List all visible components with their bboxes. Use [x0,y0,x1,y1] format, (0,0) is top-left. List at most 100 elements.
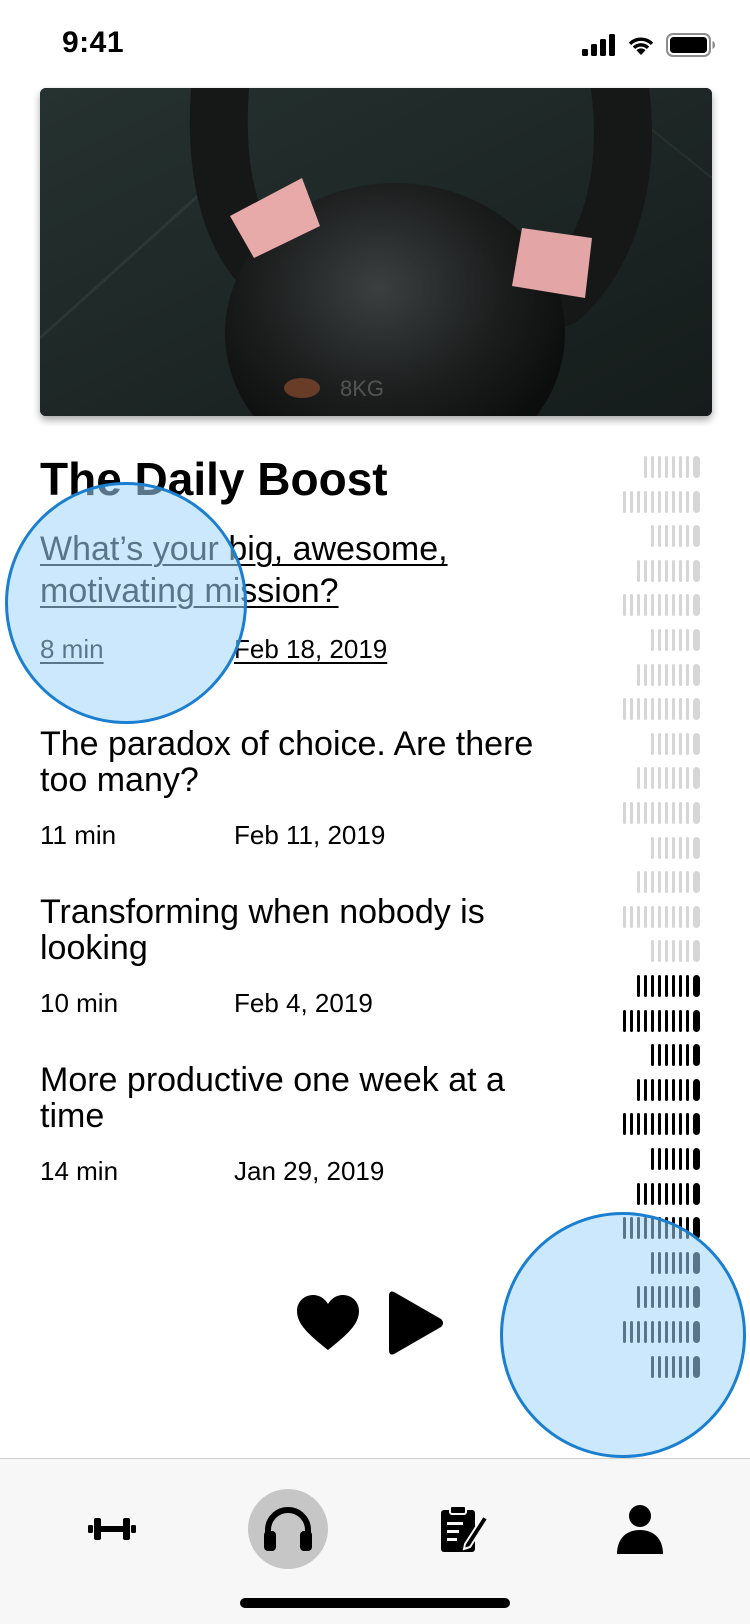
waveform-bar [651,1286,654,1309]
waveform-bar [686,525,689,548]
waveform-bar [693,1251,700,1274]
episode-item-active[interactable]: What’s your big, awesome, motivating mis… [40,528,560,670]
waveform-row[interactable] [623,1113,700,1136]
waveform-bar [665,1321,668,1343]
waveform-row[interactable] [637,767,700,790]
waveform-bar [651,1182,654,1205]
waveform-row[interactable] [651,1044,700,1067]
waveform-bar [637,767,640,790]
waveform-row[interactable] [637,1286,700,1309]
podcast-title: The Daily Boost [40,453,388,505]
waveform-bar [658,871,661,894]
waveform-bar [679,767,682,790]
waveform-bar [665,1286,668,1309]
tab-workouts[interactable] [72,1489,152,1569]
waveform-row[interactable] [651,1355,700,1378]
waveform-bar [679,732,682,755]
waveform-row[interactable] [623,490,700,513]
waveform-row[interactable] [623,1009,700,1032]
waveform-row[interactable] [637,1078,700,1101]
waveform-bar [658,767,661,790]
waveform-row[interactable] [623,1217,700,1240]
tab-listen[interactable] [248,1489,328,1569]
waveform-row[interactable] [623,1321,700,1343]
waveform-row[interactable] [637,559,700,582]
waveform-row[interactable] [651,836,700,859]
play-icon[interactable] [388,1290,444,1356]
waveform-bar [665,663,668,686]
tab-profile[interactable] [600,1489,680,1569]
battery-icon [666,33,715,57]
waveform-bar [651,1148,654,1170]
waveform-bar [644,663,647,686]
waveform-row[interactable] [637,871,700,894]
waveform-bar [665,1113,668,1136]
waveform-bar [658,975,661,997]
waveform-bar [665,732,668,755]
waveform-row[interactable] [644,456,700,478]
episode-item[interactable]: More productive one week at a time 14 mi… [40,1062,560,1192]
waveform-bar [686,663,689,686]
waveform-bar [679,525,682,548]
waveform-bar [644,594,647,617]
waveform-bar [651,732,654,755]
waveform-bar [651,836,654,859]
waveform-bar [686,559,689,582]
waveform-bar [686,1148,689,1170]
episode-title[interactable]: More productive one week at a time [40,1062,560,1134]
waveform-bar [665,525,668,548]
waveform-bar [679,975,682,997]
episode-title[interactable]: What’s your big, awesome, motivating mis… [40,528,560,612]
waveform-bar [665,1217,668,1240]
waveform-row[interactable] [637,975,700,997]
waveform-row[interactable] [651,940,700,963]
waveform-bar [679,629,682,651]
episode-title[interactable]: The paradox of choice. Are there too man… [40,726,560,798]
episode-title[interactable]: Transforming when nobody is looking [40,894,560,966]
waveform-bar [679,559,682,582]
waveform-bar [637,871,640,894]
waveform-row[interactable] [623,905,700,928]
waveform-row[interactable] [651,1148,700,1170]
waveform-row[interactable] [623,802,700,824]
waveform-row[interactable] [623,698,700,721]
waveform-bar [679,1113,682,1136]
waveform-row[interactable] [623,594,700,617]
waveform-bar [679,1355,682,1378]
episode-item[interactable]: The paradox of choice. Are there too man… [40,726,560,856]
waveform-bar [686,456,689,478]
waveform-bar [658,1355,661,1378]
waveform-bar [679,663,682,686]
waveform-bar [686,1009,689,1032]
episode-date: Feb 11, 2019 [234,820,386,850]
waveform-row[interactable] [651,629,700,651]
waveform-bar [679,1078,682,1101]
waveform-bar [644,1286,647,1309]
waveform-bar [630,905,633,928]
waveform-row[interactable] [651,732,700,755]
waveform-bar [679,1321,682,1343]
waveform-bar [637,698,640,721]
heart-icon[interactable] [296,1294,360,1352]
waveform-row[interactable] [651,1251,700,1274]
waveform-bar [693,1078,700,1101]
waveform-bar [623,1113,626,1136]
waveform-bar [672,1217,675,1240]
waveform-bar [665,698,668,721]
waveform-bar [651,525,654,548]
waveform-bar [637,1217,640,1240]
waveform-bar [658,1182,661,1205]
episode-duration: 8 min [40,634,104,664]
tab-journal[interactable] [424,1489,504,1569]
waveform-bar [665,490,668,513]
waveform-bar [679,836,682,859]
waveform-row[interactable] [637,663,700,686]
waveform-row[interactable] [651,525,700,548]
waveform-bar [658,1148,661,1170]
waveform-row[interactable] [637,1182,700,1205]
waveform-bar [623,802,626,824]
waveform-bar [658,1078,661,1101]
episode-item[interactable]: Transforming when nobody is looking 10 m… [40,894,560,1024]
waveform-bar [686,594,689,617]
waveform-bar [686,1286,689,1309]
